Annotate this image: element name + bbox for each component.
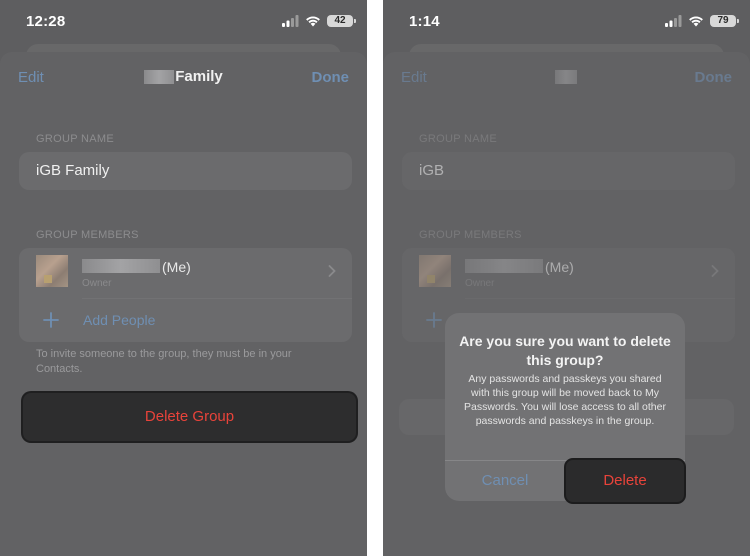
redacted-member-name [465, 259, 543, 273]
chevron-right-icon[interactable] [328, 265, 336, 277]
left-screen: 12:28 42 Edit Family Done GROUP NAME iGB… [0, 0, 367, 556]
delete-button[interactable]: Delete [566, 460, 684, 502]
member-me-label: (Me) [545, 259, 574, 275]
member-me-label: (Me) [162, 259, 191, 275]
redacted-member-name [82, 259, 160, 273]
redacted-name [555, 70, 577, 85]
status-bar: 1:14 79 [383, 0, 750, 44]
done-button[interactable]: Done [695, 69, 733, 86]
plus-icon[interactable] [43, 312, 59, 328]
group-members-list: (Me) Owner Add People [19, 248, 352, 342]
status-bar: 12:28 42 [0, 0, 367, 44]
group-name-field[interactable]: iGB [402, 152, 735, 190]
delete-group-button[interactable]: Delete Group [23, 393, 356, 441]
alert-message: Any passwords and passkeys you shared wi… [464, 373, 666, 427]
group-name-field[interactable]: iGB Family [19, 152, 352, 190]
invite-footnote: To invite someone to the group, they mus… [36, 348, 292, 375]
group-name-header: GROUP NAME [36, 133, 114, 145]
status-time: 12:28 [26, 13, 66, 30]
avatar [36, 255, 68, 287]
wifi-icon [689, 16, 703, 27]
member-role: Owner [82, 278, 112, 289]
group-name-header: GROUP NAME [419, 133, 497, 145]
battery-icon: 79 [710, 15, 739, 27]
member-role: Owner [465, 278, 495, 289]
status-time: 1:14 [409, 13, 440, 30]
cellular-signal-icon [282, 15, 299, 27]
right-screen: 1:14 79 Edit Done GROUP NAME iGB GROUP M… [383, 0, 750, 556]
group-members-header: GROUP MEMBERS [419, 229, 522, 241]
cellular-signal-icon [665, 15, 682, 27]
done-button[interactable]: Done [312, 69, 350, 86]
group-members-header: GROUP MEMBERS [36, 229, 139, 241]
cancel-button[interactable]: Cancel [445, 461, 565, 501]
alert-title: Are you sure you want to delete this gro… [459, 333, 671, 368]
add-people-button[interactable]: Add People [83, 312, 155, 328]
chevron-right-icon[interactable] [711, 265, 719, 277]
plus-icon[interactable] [426, 312, 442, 328]
redacted-name [144, 70, 175, 85]
battery-icon: 42 [327, 15, 356, 27]
wifi-icon [306, 16, 320, 27]
avatar [419, 255, 451, 287]
